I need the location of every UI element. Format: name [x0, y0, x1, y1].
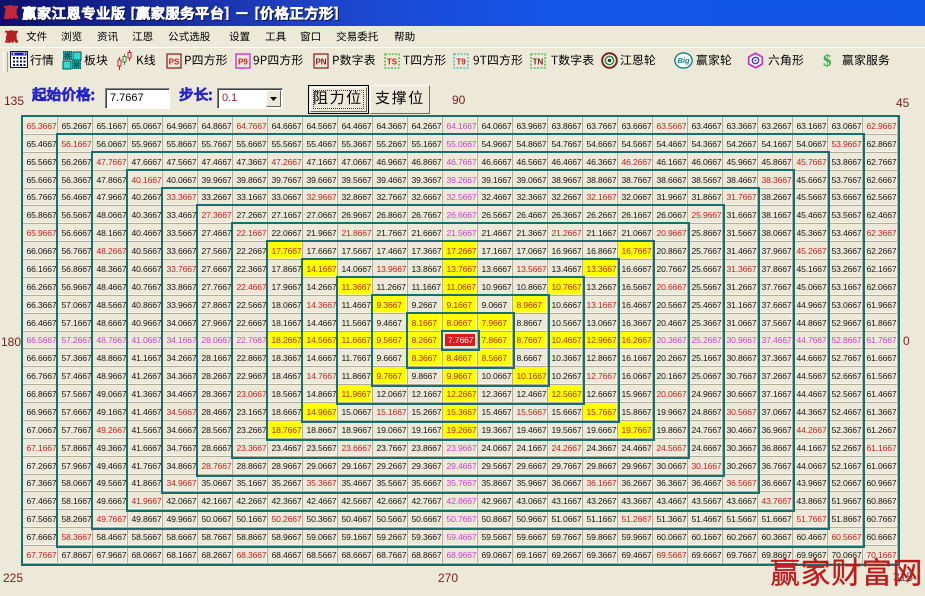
- svg-text:T9: T9: [456, 58, 466, 67]
- svg-text:TN: TN: [533, 58, 544, 67]
- svg-text:PS: PS: [169, 58, 180, 67]
- svg-text:Big: Big: [677, 56, 690, 65]
- svg-text:TS: TS: [387, 58, 398, 67]
- svg-text:P9: P9: [238, 58, 248, 67]
- svg-text:PN: PN: [315, 58, 326, 67]
